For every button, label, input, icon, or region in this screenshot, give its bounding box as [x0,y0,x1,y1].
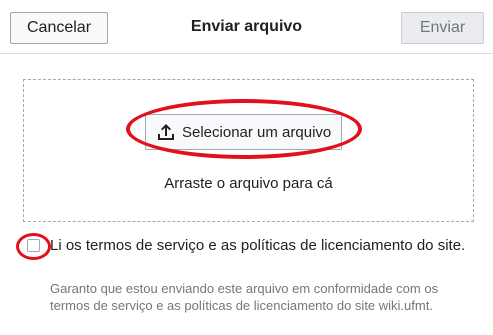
dialog-header: Cancelar Enviar arquivo Enviar [0,0,493,54]
dialog-title: Enviar arquivo [190,18,303,35]
select-file-button[interactable]: Selecionar um arquivo [145,114,342,150]
upload-icon [156,122,176,142]
drop-hint: Arraste o arquivo para cá [164,175,333,192]
cancel-button[interactable]: Cancelar [10,12,108,44]
select-file-label: Selecionar um arquivo [182,123,332,141]
terms-label[interactable]: Li os termos de serviço e as políticas d… [50,236,470,255]
terms-help-text: Garanto que estou enviando este arquivo … [50,281,439,313]
send-button[interactable]: Enviar [401,12,484,44]
terms-checkbox[interactable] [27,239,40,252]
upload-dropzone[interactable] [23,79,474,222]
